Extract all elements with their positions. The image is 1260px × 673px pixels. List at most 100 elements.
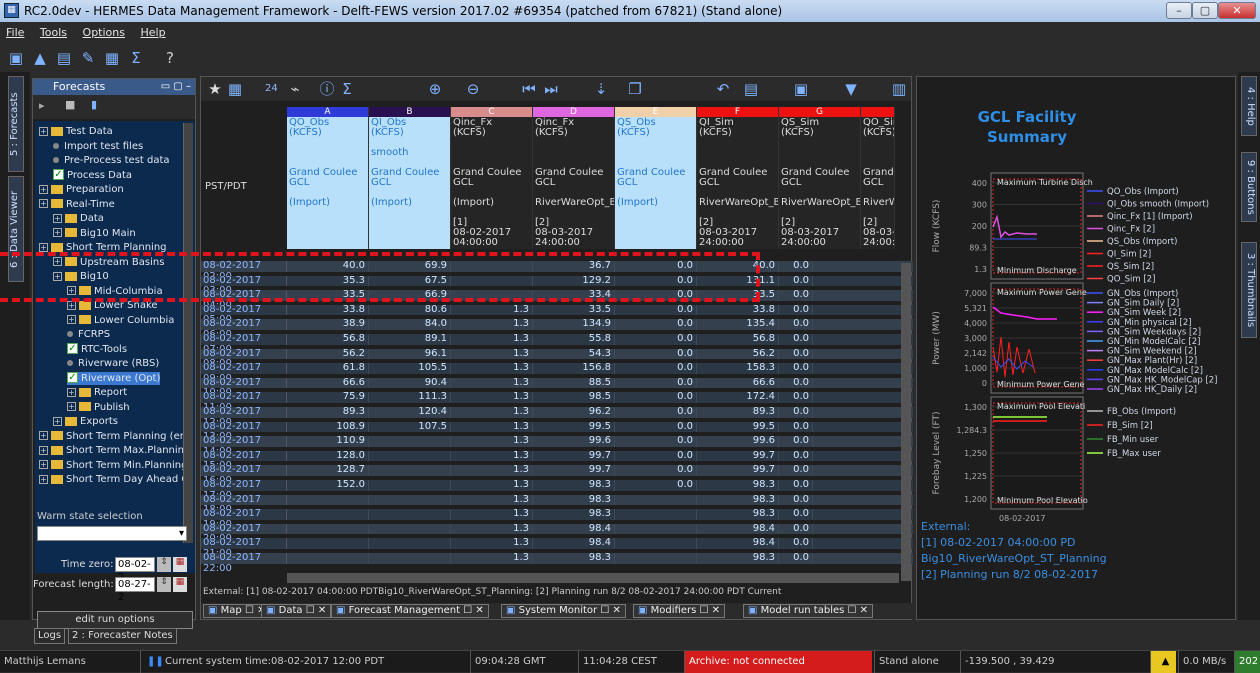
tree-item[interactable]: + Test Data (39, 125, 113, 138)
table-cell[interactable]: 0.0 (615, 450, 697, 462)
spinner-icon[interactable]: ⇕ (157, 557, 171, 572)
tree-item[interactable]: ✓ RTC-Tools (67, 343, 127, 356)
column-header[interactable]: G QS_Sim (KCFS) Grand Coulee GCL RiverWareOpt… (779, 107, 861, 249)
table-cell[interactable]: 0.0 (615, 363, 697, 374)
table-cell[interactable]: 99.7 (533, 465, 615, 476)
wrench-icon[interactable]: ✎ (78, 48, 98, 68)
maximize-button[interactable]: ▢ (1192, 2, 1218, 19)
table-cell[interactable] (369, 480, 451, 491)
table-cell[interactable]: 0.0 (615, 392, 697, 403)
filter-icon[interactable]: ▼ (841, 79, 861, 99)
table-cell[interactable]: 98.3 (697, 509, 779, 520)
tab-forecasts[interactable]: 5 : Forecasts (8, 76, 24, 172)
table-row[interactable]: 08-02-2017 03:0035.367.5129.20.0131.10.0 (201, 275, 913, 296)
table-cell[interactable]: 99.5 (697, 421, 779, 433)
table-cell[interactable]: 40.0 (697, 261, 779, 272)
table-cell[interactable]: 110.9 (287, 436, 369, 447)
table-cell[interactable]: 66.6 (287, 377, 369, 389)
table-row[interactable]: 08-02-2017 07:0056.889.11.355.80.056.80.… (201, 333, 913, 354)
table-cell[interactable] (287, 538, 369, 549)
time-zero-input[interactable]: 08-02-2 (115, 557, 155, 583)
download-icon[interactable]: ⇣ (591, 79, 611, 99)
table-cell[interactable]: 1.3 (451, 436, 533, 447)
table-cell[interactable]: 99.7 (697, 450, 779, 462)
table-icon[interactable]: ▦ (102, 48, 122, 68)
print-icon[interactable]: ▮ (91, 98, 97, 111)
minimize-button[interactable]: – (1166, 2, 1192, 19)
table-cell[interactable]: 89.3 (287, 407, 369, 418)
table-cell[interactable] (451, 261, 533, 272)
menu-options[interactable]: Options (83, 26, 125, 39)
table-cell[interactable]: 0.0 (779, 450, 813, 462)
table-cell[interactable]: 61.8 (287, 363, 369, 374)
tree-item[interactable]: + Report (67, 386, 127, 399)
menu-help[interactable]: Help (140, 26, 165, 39)
checkbox-icon[interactable]: ✓ (67, 343, 78, 354)
tree-scrollbar[interactable] (183, 123, 193, 543)
table-cell[interactable]: 107.5 (369, 421, 451, 433)
table-cell[interactable]: 36.7 (533, 261, 615, 272)
table-row[interactable]: 08-02-2017 11:0075.9111.31.398.50.0172.4… (201, 392, 913, 412)
table-cell[interactable] (287, 553, 369, 564)
paste-icon[interactable]: ▣ (791, 79, 811, 99)
sum-icon[interactable]: Σ (126, 48, 146, 68)
table-cell[interactable]: 67.5 (369, 275, 451, 287)
table-row[interactable]: 08-02-2017 21:001.398.498.40.0 (201, 538, 913, 558)
tab-data-viewer[interactable]: 6 : Data Viewer (8, 176, 24, 282)
table-cell[interactable]: 33.8 (697, 304, 779, 316)
table-cell[interactable]: 0.0 (615, 304, 697, 316)
star-icon[interactable]: ★ (205, 79, 225, 99)
checkbox-icon[interactable]: ✓ (53, 169, 64, 180)
table-cell[interactable]: 0.0 (779, 480, 813, 491)
table-row[interactable]: 08-02-2017 06:0038.984.01.3134.90.0135.4… (201, 319, 913, 339)
column-header[interactable]: D Qinc_Fx (KCFS) Grand Coulee GCL RiverWareOp… (533, 107, 615, 249)
tree-item[interactable]: Pre-Process test data (53, 154, 170, 167)
table-cell[interactable]: 111.3 (369, 392, 451, 403)
tab-buttons[interactable]: 9 : Buttons (1241, 152, 1257, 222)
warm-state-select[interactable]: ▾ (37, 526, 187, 541)
table-cell[interactable]: 0.0 (615, 407, 697, 418)
table-cell[interactable]: 0.0 (615, 275, 697, 287)
table-cell[interactable]: 89.3 (697, 407, 779, 418)
table-cell[interactable] (615, 553, 697, 564)
table-cell[interactable]: 128.0 (287, 450, 369, 462)
expand-icon[interactable]: + (39, 431, 48, 440)
table-row[interactable]: 08-02-2017 14:00110.91.399.60.099.60.0 (201, 436, 913, 456)
expand-icon[interactable]: + (39, 184, 48, 194)
table-cell[interactable]: 1.3 (451, 480, 533, 491)
next-icon[interactable]: ⏭ (541, 79, 561, 99)
tree-item[interactable]: + Big10 (53, 270, 109, 283)
table-cell[interactable]: 129.2 (533, 275, 615, 287)
menu-tools[interactable]: Tools (40, 26, 67, 39)
table-cell[interactable]: 0.0 (615, 377, 697, 389)
tree-item[interactable]: + Lower Columbia (67, 314, 174, 327)
table-cell[interactable]: 1.3 (451, 465, 533, 476)
table-cell[interactable]: 105.5 (369, 363, 451, 374)
forecaster-notes-button[interactable]: 2 : Forecaster Notes (68, 628, 177, 644)
table-cell[interactable] (369, 523, 451, 535)
table-row[interactable]: 08-02-2017 09:0061.8105.51.3156.80.0158.… (201, 363, 913, 383)
tree-item[interactable]: Import test files (53, 140, 143, 153)
table-cell[interactable]: 1.3 (451, 334, 533, 345)
table-cell[interactable] (369, 494, 451, 506)
display-icon[interactable]: ▣ (6, 48, 26, 68)
table-cell[interactable]: 98.3 (533, 480, 615, 491)
table-row[interactable]: 08-02-2017 20:001.398.498.40.0 (201, 523, 913, 544)
table-cell[interactable]: 158.3 (697, 363, 779, 374)
table-cell[interactable]: 1.3 (451, 509, 533, 520)
table-cell[interactable]: 38.9 (287, 319, 369, 330)
table-cell[interactable]: 0.0 (779, 465, 813, 476)
interval-label[interactable]: 24 (265, 83, 278, 94)
table-row[interactable]: 08-02-2017 13:00108.9107.51.399.50.099.5… (201, 421, 913, 442)
previous-icon[interactable]: ⏮ (519, 79, 539, 99)
expand-icon[interactable]: + (53, 213, 62, 223)
tree-item[interactable]: + Short Term Planning (ens (39, 430, 191, 443)
table-cell[interactable]: 108.9 (287, 421, 369, 433)
table-cell[interactable] (615, 538, 697, 549)
table-cell[interactable]: 96.2 (533, 407, 615, 418)
table-cell[interactable] (369, 436, 451, 447)
close-icon[interactable]: ☐ ✕ (699, 605, 720, 616)
table-row[interactable]: 08-02-2017 16:00128.71.399.70.099.70.0 (201, 465, 913, 485)
table-cell[interactable]: 1.3 (451, 304, 533, 316)
expand-icon[interactable]: + (39, 242, 48, 252)
